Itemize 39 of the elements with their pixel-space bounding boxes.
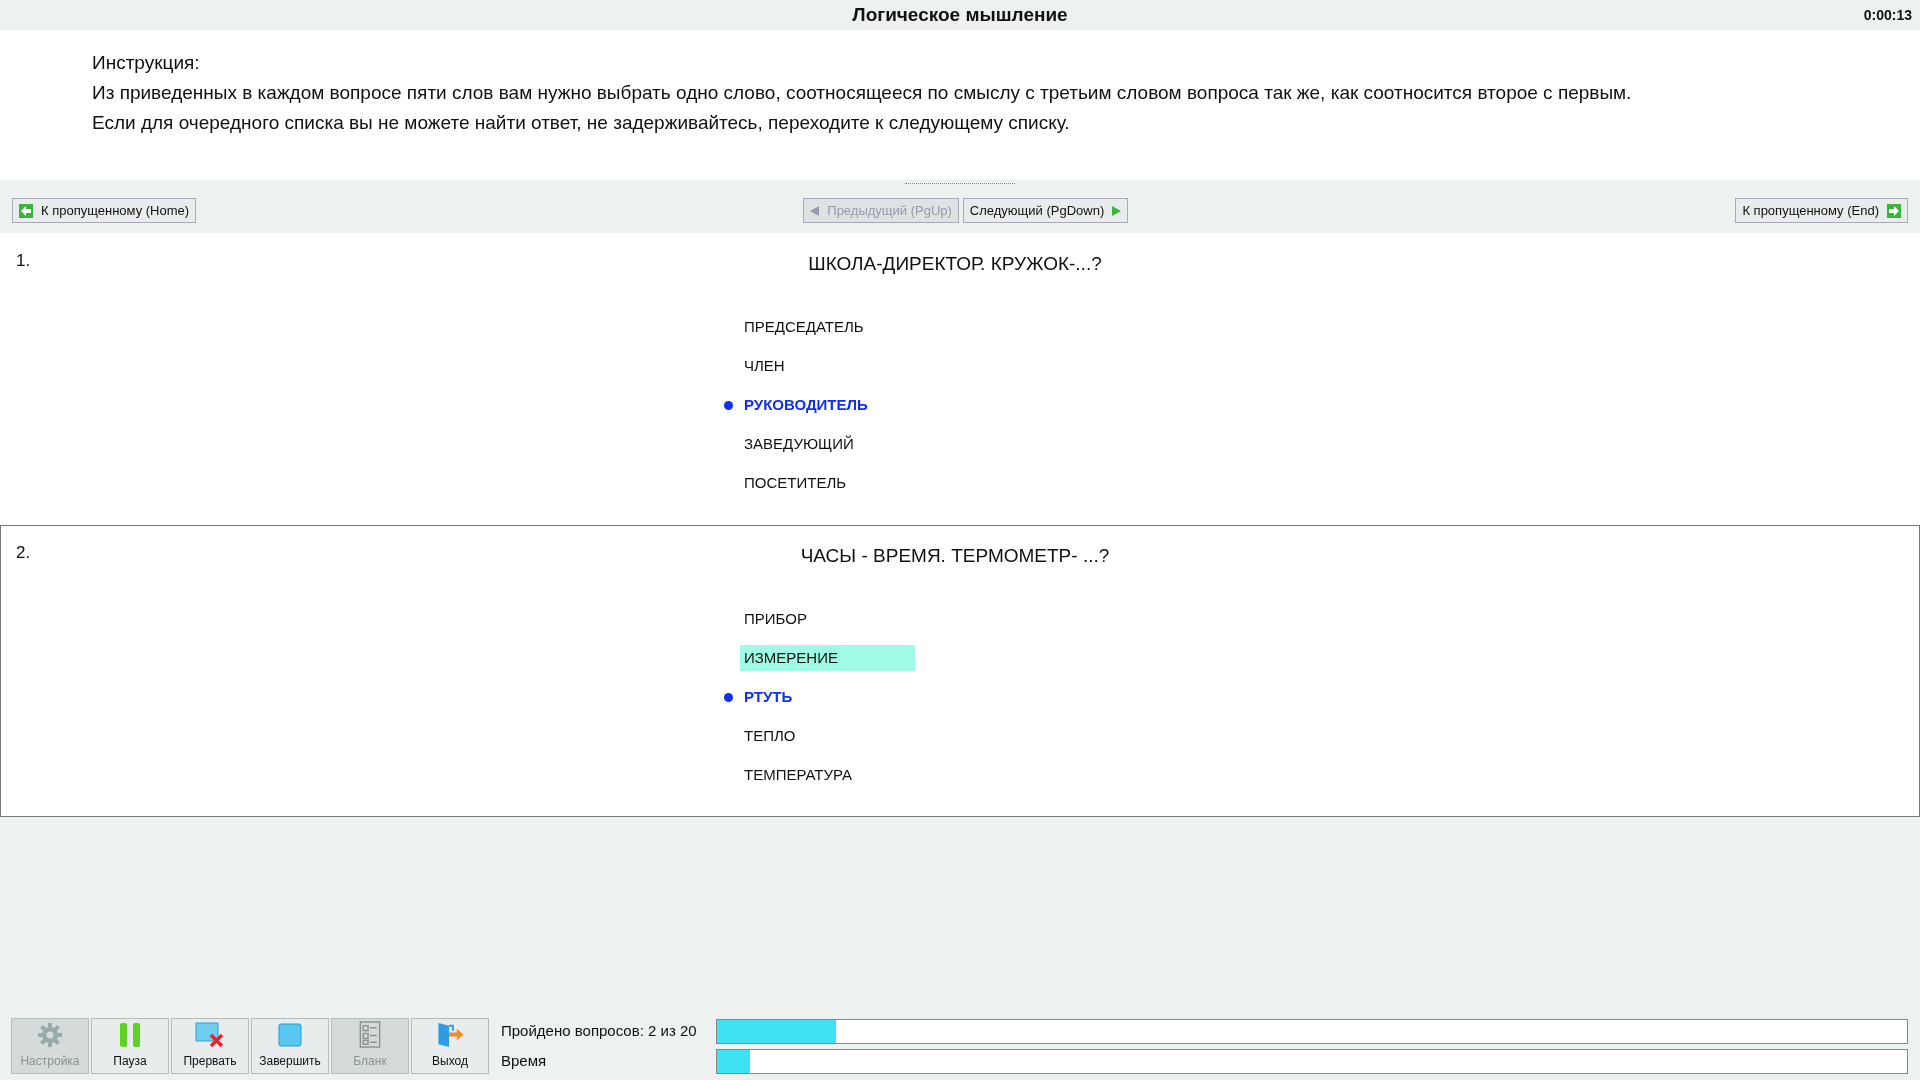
answer-option[interactable]: ТЕМПЕРАТУРА — [740, 761, 915, 789]
instruction-text: Если для очередного списка вы не можете найти ответ, не задерживайтесь, переходите к следующему списку. — [92, 111, 1071, 135]
progress-label: Пройдено вопросов: 2 из 20 — [501, 1020, 698, 1041]
nav-button[interactable]: К пропущенному (Home) — [12, 198, 197, 223]
toolbar-button[interactable]: Пауза — [91, 1018, 169, 1074]
question-number: 1. — [16, 250, 31, 272]
timer: 0:00:13 — [1863, 5, 1912, 25]
toolbar-button[interactable]: Прервать — [171, 1018, 249, 1074]
answer-option[interactable]: ПРИБОР — [740, 605, 915, 633]
arrow-icon — [1887, 203, 1901, 218]
answer-option[interactable]: ПОСЕТИТЕЛЬ — [740, 469, 915, 497]
arrow-icon — [19, 203, 33, 218]
answer-option[interactable]: ИЗМЕРЕНИЕ — [740, 644, 915, 672]
triangle-icon — [1112, 205, 1122, 216]
window-title: Логическое мышление — [852, 2, 1068, 27]
question-number: 2. — [16, 542, 31, 564]
question-text: ЧАСЫ - ВРЕМЯ. ТЕРМОМЕТР- ...? — [800, 545, 1110, 566]
nav-button[interactable]: Следующий (PgDown) — [962, 198, 1129, 223]
checklist-icon — [359, 1021, 381, 1048]
window-cross-icon — [195, 1022, 225, 1048]
answer-option[interactable]: ТЕПЛО — [740, 722, 915, 750]
instruction-text: Из приведенных в каждом вопросе пяти слов вам нужно выбрать одно слово, соотносящееся по смыслу с третьим словом вопроса так же, как соотносится второе с первым. — [92, 81, 1633, 105]
progress-label: Время — [501, 1050, 548, 1071]
answer-option[interactable]: ЗАВЕДУЮЩИЙ — [740, 430, 915, 458]
answer-option[interactable]: РУКОВОДИТЕЛЬ — [740, 391, 915, 419]
toolbar-button[interactable]: Выход — [411, 1018, 489, 1074]
instruction-heading: Инструкция: — [92, 51, 201, 75]
splitter-handle[interactable] — [905, 180, 1015, 184]
triangle-icon — [810, 205, 820, 216]
gear-icon — [37, 1022, 63, 1048]
toolbar-button[interactable]: Завершить — [251, 1018, 329, 1074]
answer-option[interactable]: РТУТЬ — [740, 683, 915, 711]
question-text: ШКОЛА-ДИРЕКТОР. КРУЖОК-...? — [808, 253, 1102, 274]
answer-option[interactable]: ПРЕДСЕДАТЕЛЬ — [740, 313, 915, 341]
door-arrow-icon — [435, 1021, 465, 1048]
pause-icon — [118, 1022, 142, 1048]
square-icon — [277, 1022, 303, 1048]
answer-option[interactable]: ЧЛЕН — [740, 352, 915, 380]
nav-button[interactable]: К пропущенному (End) — [1735, 198, 1908, 223]
